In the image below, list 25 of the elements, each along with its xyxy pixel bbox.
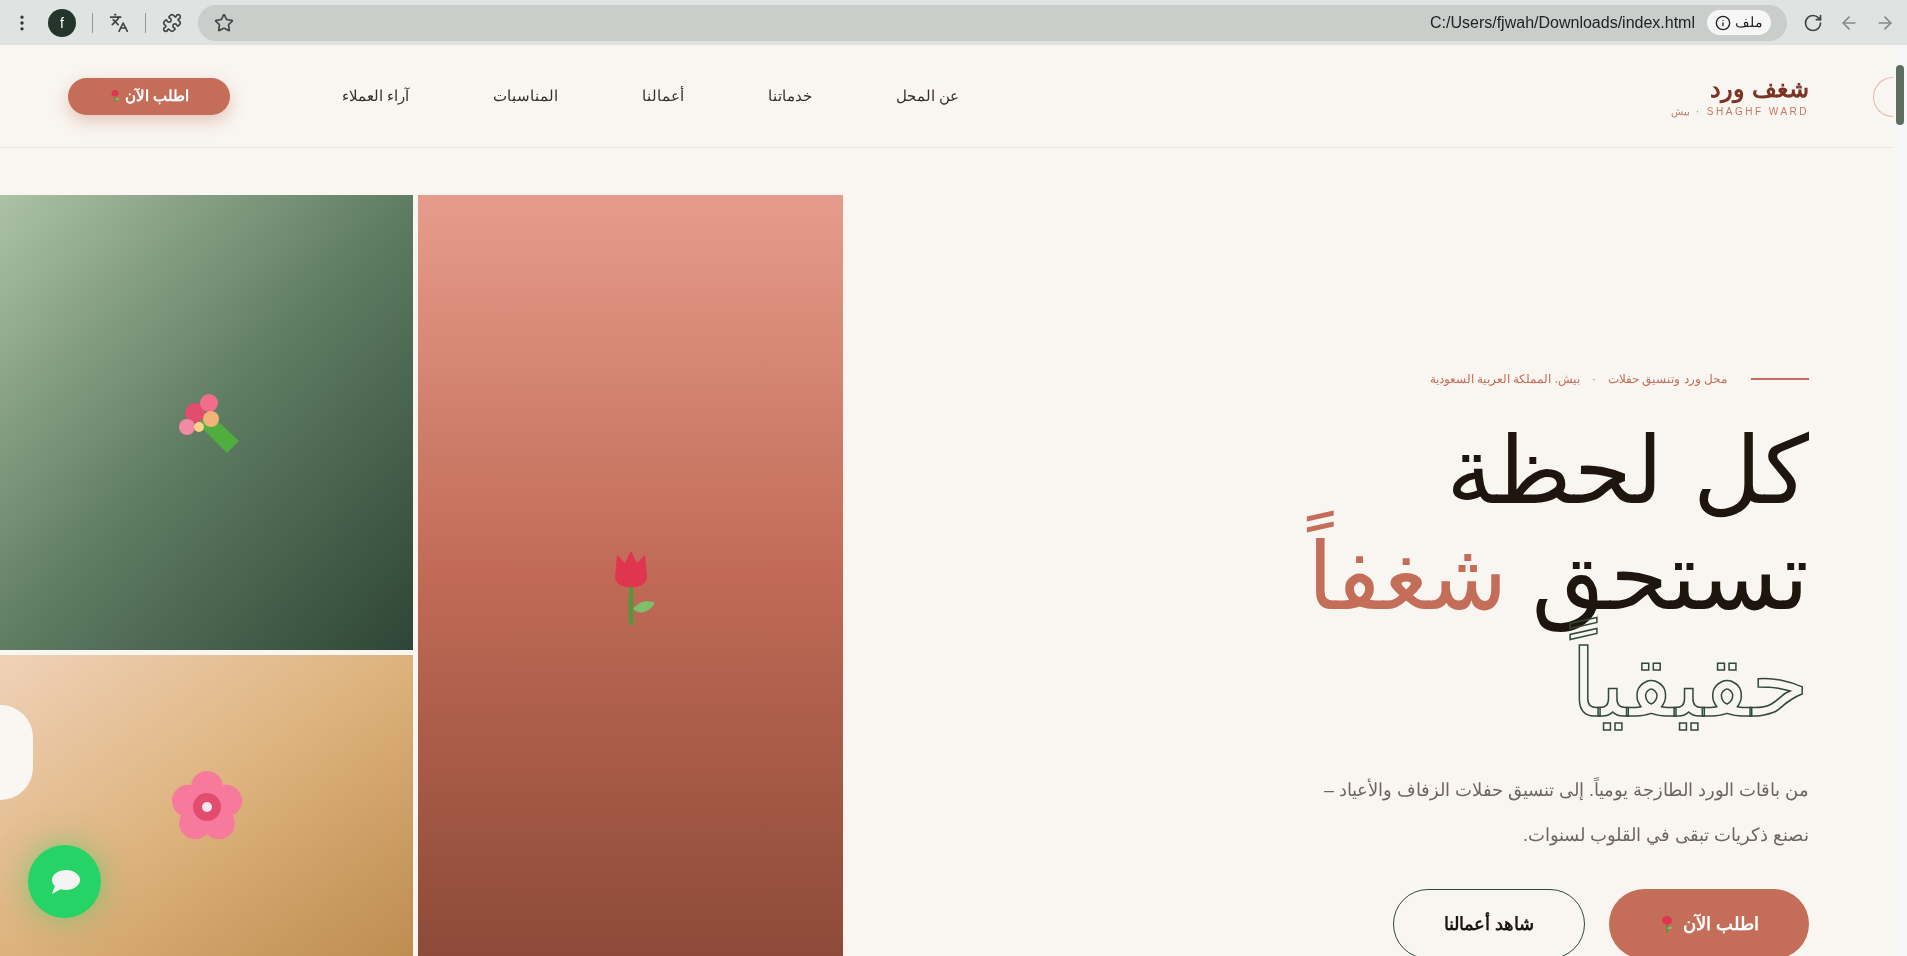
info-icon	[1715, 14, 1731, 31]
translate-icon[interactable]	[109, 12, 129, 33]
nav-link[interactable]: خدماتنا	[768, 84, 813, 108]
star-icon[interactable]	[214, 12, 234, 33]
brand-subtitle: SHAGHF WARD · بيش	[1671, 104, 1809, 119]
tagline-separator: ·	[1592, 371, 1596, 388]
nav-link[interactable]: المناسبات	[493, 84, 559, 108]
order-button[interactable]: اطلب الآن	[68, 77, 230, 115]
nav-link[interactable]: أعمالنا	[642, 84, 685, 108]
brand-name[interactable]: شغف ورد	[1710, 73, 1809, 104]
hero-description-line: من باقات الورد الطازجة يومياً. إلى تنسيق حفلات الزفاف والأعياد –	[1323, 777, 1809, 805]
extensions-icon[interactable]	[162, 12, 182, 33]
site-info-chip[interactable]: ملف	[1707, 10, 1771, 35]
reload-icon[interactable]	[1803, 12, 1823, 33]
profile-avatar[interactable]: f	[48, 8, 76, 37]
tagline: محل ورد وتنسيق حفلات	[1608, 371, 1727, 388]
order-now-button[interactable]: اطلب الآن	[1609, 889, 1809, 956]
tagline-location: بيش. المملكة العربية السعودية	[1429, 371, 1580, 388]
nav-link[interactable]: آراء العملاء	[342, 84, 410, 108]
address-text: C:/Users/fjwah/Downloads/index.html	[1430, 12, 1695, 33]
rose-icon	[1659, 914, 1675, 935]
rose-icon	[108, 88, 121, 104]
site-info-label: ملف	[1735, 13, 1763, 32]
nav-link[interactable]: عن المحل	[896, 84, 960, 108]
hero-description-line: نصنع ذكريات تبقى في القلوب لسنوات.	[1522, 824, 1809, 848]
